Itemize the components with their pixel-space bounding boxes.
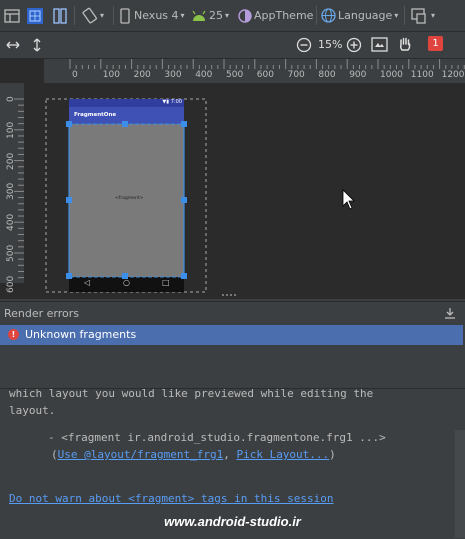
fragment-reference: - <fragment ir.android_studio.fragmenton… (48, 431, 386, 444)
render-errors-title: Render errors (4, 307, 80, 320)
error-icon: ! (8, 329, 19, 340)
details-text-line2: layout. (9, 404, 56, 417)
fix-options: (Use @layout/fragment_frg1, Pick Layout.… (51, 448, 336, 461)
cursor-icon (342, 189, 355, 210)
resize-grip[interactable] (222, 294, 236, 296)
site-watermark: www.android-studio.ir (164, 514, 301, 529)
render-errors-header: Render errors (0, 301, 465, 325)
dont-warn-link[interactable]: Do not warn about <fragment> tags in thi… (9, 492, 334, 505)
comma-separator: , (223, 448, 237, 461)
paren-open: ( (51, 448, 58, 461)
use-layout-link[interactable]: Use @layout/fragment_frg1 (58, 448, 224, 461)
issue-label: Unknown fragments (25, 328, 137, 341)
details-text-line1: which layout you would like previewed wh… (9, 388, 374, 400)
paren-close: ) (329, 448, 336, 461)
pin-icon[interactable] (444, 307, 456, 319)
issue-row-unknown-fragments[interactable]: ! Unknown fragments (0, 325, 463, 345)
issue-list-empty (0, 345, 465, 388)
selection-overlay (66, 121, 355, 296)
pick-layout-link[interactable]: Pick Layout... (236, 448, 329, 461)
